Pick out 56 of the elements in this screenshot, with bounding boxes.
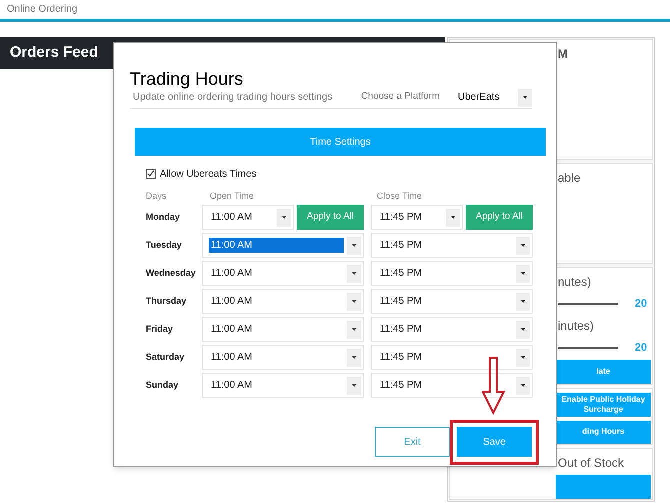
- dialog-title: Trading Hours: [130, 69, 244, 89]
- panel-button[interactable]: [556, 475, 651, 499]
- time-select[interactable]: 11:00 AM: [202, 373, 364, 398]
- column-header: Days: [145, 190, 168, 203]
- day-label: Tuesday: [145, 238, 183, 252]
- column-header: Close Time: [376, 190, 422, 203]
- checkbox-label: Allow Ubereats Times: [160, 168, 257, 182]
- time-select[interactable]: 11:45 PM: [371, 205, 463, 230]
- caret-icon: [347, 348, 361, 366]
- time-select[interactable]: 11:00 AM: [202, 233, 364, 258]
- caret-icon: [347, 376, 361, 394]
- caret-icon: [516, 292, 530, 310]
- time-select[interactable]: 11:00 AM: [202, 289, 364, 314]
- caret-icon: [347, 236, 361, 254]
- time-select[interactable]: 11:45 PM: [371, 261, 533, 286]
- caret-icon: [516, 236, 530, 254]
- time-select[interactable]: 11:00 AM: [202, 345, 364, 370]
- time-select[interactable]: 11:45 PM: [371, 345, 533, 370]
- checkbox[interactable]: [146, 169, 156, 179]
- day-label: Friday: [145, 322, 174, 336]
- section-header-bar: Time Settings: [135, 128, 546, 156]
- caret-icon: [347, 264, 361, 282]
- panel-label: M: [558, 46, 569, 62]
- day-label: Monday: [145, 210, 182, 224]
- panel-label: Out of Stock: [558, 455, 626, 471]
- day-label: Thursday: [145, 294, 188, 308]
- caret-icon: [518, 88, 532, 106]
- time-select[interactable]: 11:00 AM: [202, 205, 294, 230]
- down-arrow-icon: [482, 357, 506, 415]
- caret-icon: [516, 376, 530, 394]
- day-label: Wednesday: [145, 266, 195, 280]
- dialog-subtitle: Update online ordering trading hours settings: [133, 91, 333, 105]
- caret-icon: [446, 208, 460, 226]
- column-header: Open Time: [209, 190, 256, 203]
- caret-icon: [277, 208, 291, 226]
- caret-icon: [347, 320, 361, 338]
- caret-icon: [516, 264, 530, 282]
- window-title: Online Ordering: [7, 3, 78, 17]
- day-label: Saturday: [145, 350, 186, 364]
- time-select[interactable]: 11:45 PM: [371, 233, 533, 258]
- caret-icon: [516, 320, 530, 338]
- panel-label: inutes): [558, 318, 596, 334]
- time-select[interactable]: 11:00 AM: [202, 261, 364, 286]
- caret-icon: [516, 348, 530, 366]
- time-select[interactable]: 11:00 AM: [202, 317, 364, 342]
- orders-feed-title: Orders Feed: [10, 42, 98, 63]
- panel-label: nutes): [558, 274, 592, 290]
- slider-value: 20: [635, 340, 648, 356]
- time-select[interactable]: 11:45 PM: [371, 289, 533, 314]
- platform-label: Choose a Platform: [361, 90, 440, 104]
- caret-icon: [347, 292, 361, 310]
- slider-value: 20: [635, 296, 648, 312]
- time-select[interactable]: 11:45 PM: [371, 317, 533, 342]
- panel-label: able: [558, 170, 582, 186]
- time-select[interactable]: 11:45 PM: [371, 373, 533, 398]
- day-label: Sunday: [145, 378, 180, 392]
